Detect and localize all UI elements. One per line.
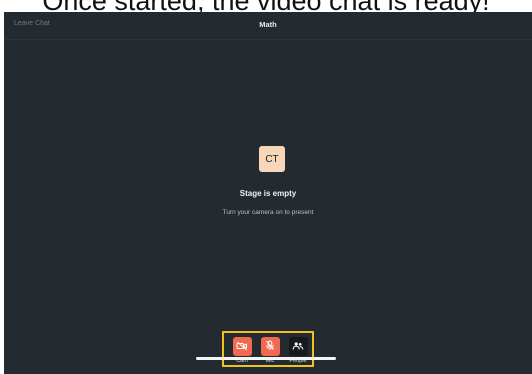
- mic-control[interactable]: Mic: [260, 337, 280, 365]
- cam-control[interactable]: Cam: [232, 337, 252, 365]
- people-button[interactable]: [288, 337, 308, 356]
- call-controls-highlight: Cam Mic People: [222, 331, 314, 367]
- mic-button[interactable]: [260, 337, 280, 356]
- avatar: CT: [259, 146, 285, 172]
- camera-off-icon: [236, 338, 248, 356]
- people-control[interactable]: People: [288, 337, 308, 365]
- mic-off-icon: [265, 338, 275, 356]
- home-indicator: [196, 357, 336, 360]
- video-chat-screen: Leave Chat Math CT Stage is empty Turn y…: [4, 12, 532, 374]
- stage-empty-subtitle: Turn your camera on to present: [222, 209, 314, 216]
- chat-header: Leave Chat Math: [4, 12, 532, 40]
- stage-empty-title: Stage is empty: [239, 189, 297, 198]
- cam-button[interactable]: [232, 337, 252, 356]
- people-icon: [292, 338, 304, 356]
- avatar-initials: CT: [265, 153, 279, 165]
- chat-title: Math: [259, 20, 277, 29]
